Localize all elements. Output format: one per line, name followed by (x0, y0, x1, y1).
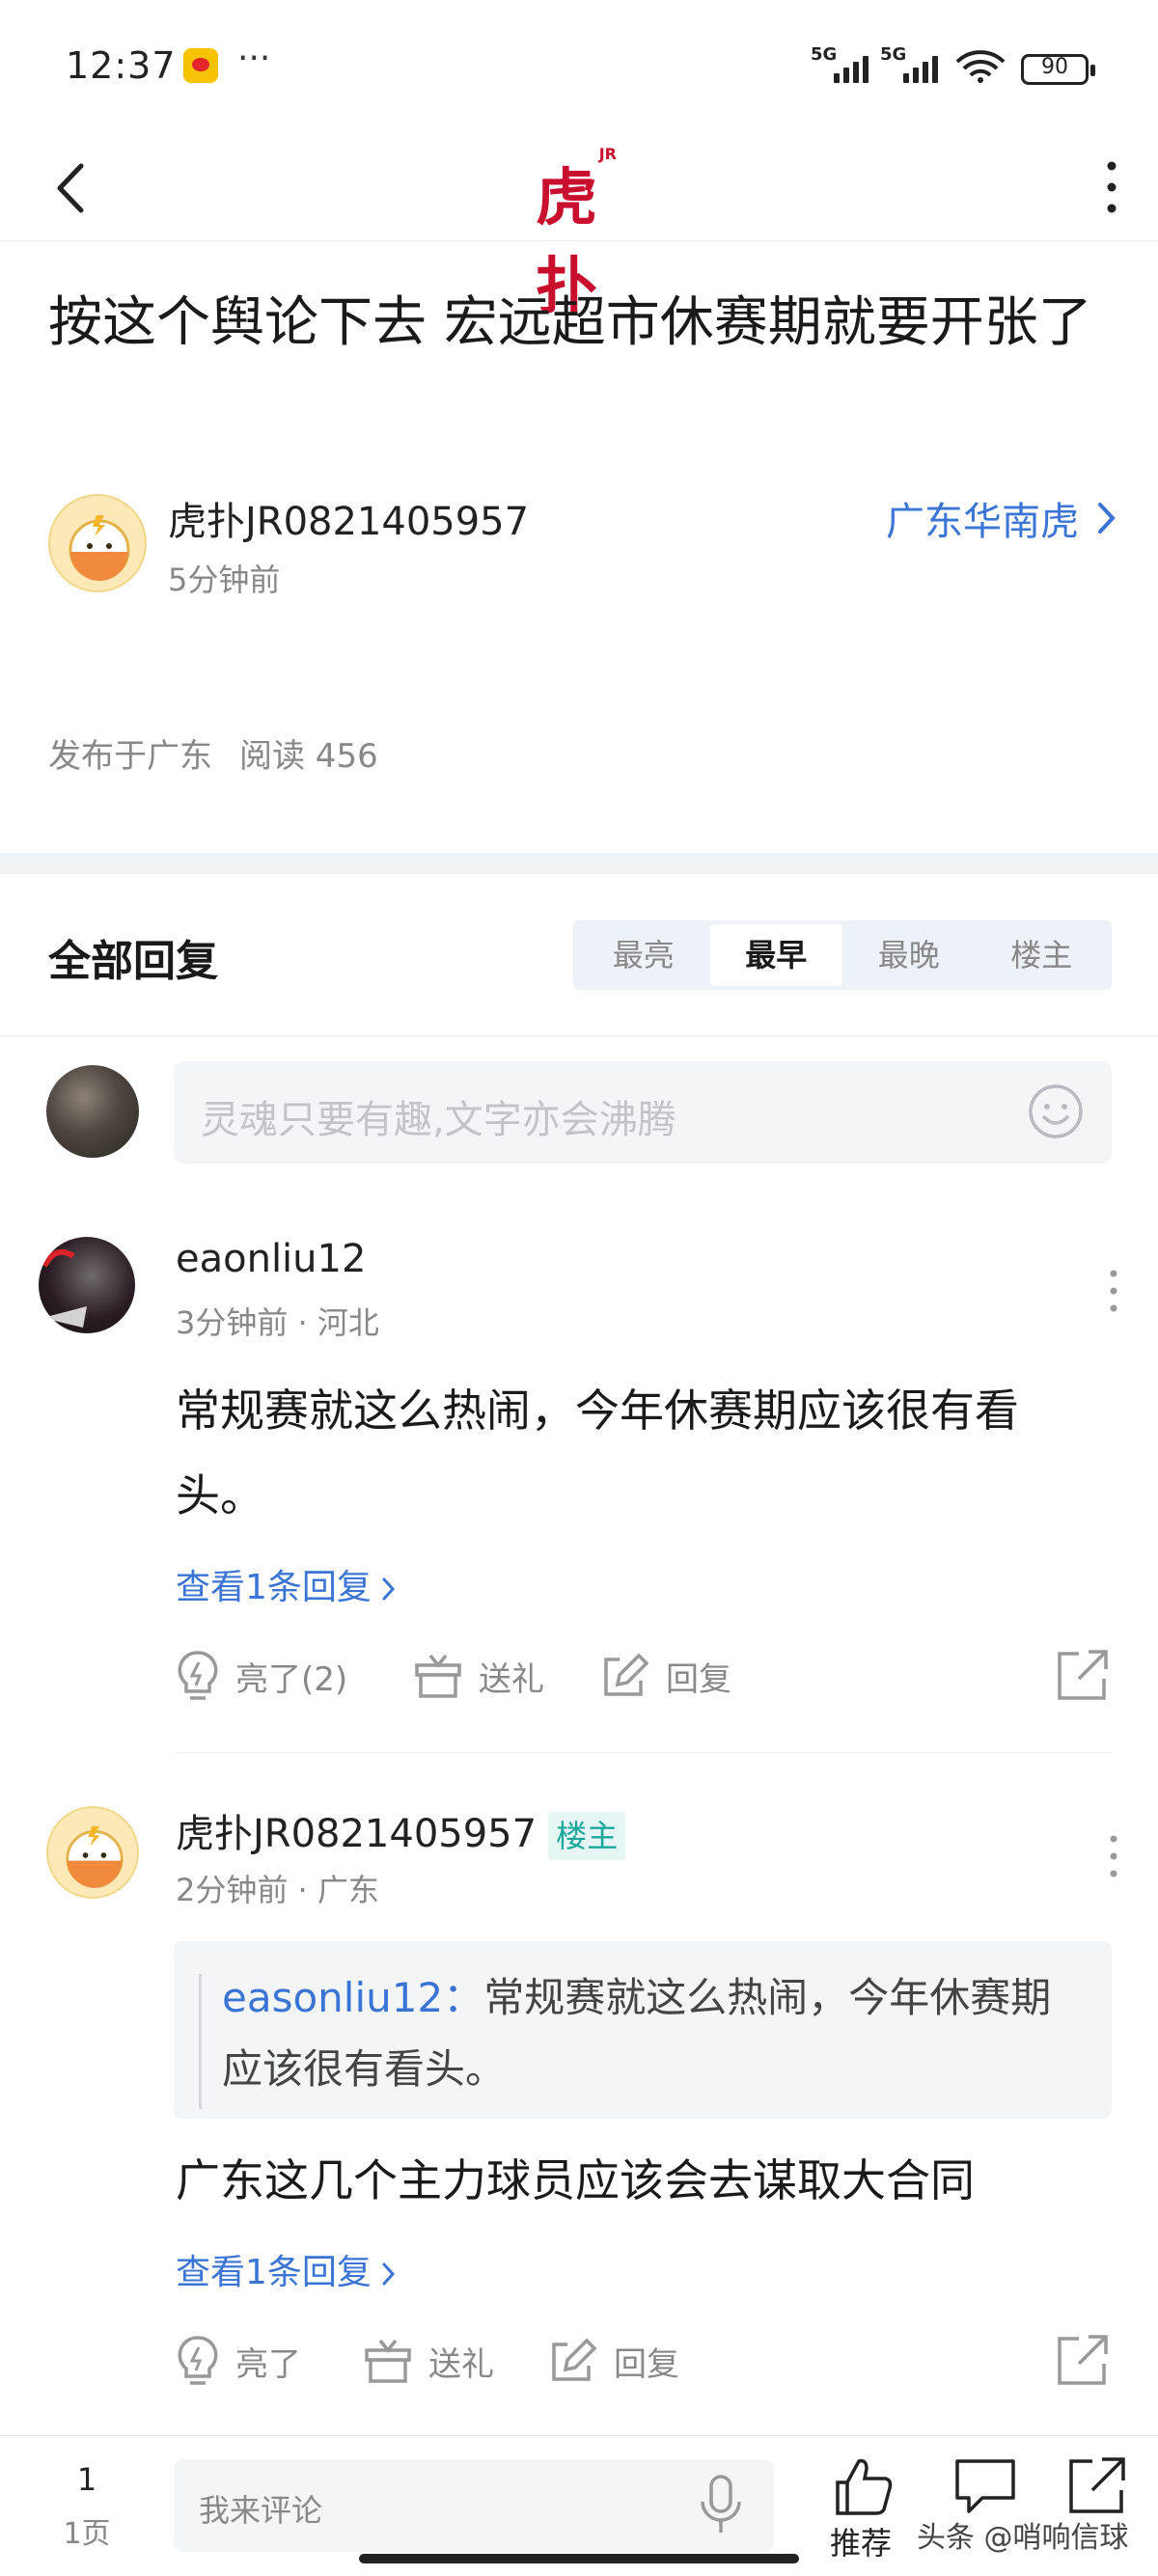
chevron-right-icon (382, 1577, 395, 1601)
comment-meta: 2分钟前 · 广东 (176, 1872, 379, 1908)
view-replies-label: 查看1条回复 (176, 2253, 372, 2292)
author-name[interactable]: 虎扑JR0821405957 (168, 490, 529, 546)
bottom-comment-input[interactable]: 我来评论 (174, 2459, 774, 2552)
comment-meta: 3分钟前 · 河北 (176, 1304, 379, 1341)
like-button[interactable]: 亮了 (176, 2327, 301, 2395)
recommend-label[interactable]: 推荐 (830, 2519, 892, 2563)
reply-label: 回复 (666, 1659, 731, 1699)
back-icon[interactable] (42, 154, 100, 222)
tab-owner[interactable]: 楼主 (976, 924, 1109, 986)
gift-icon (365, 2339, 411, 2383)
comment-actions: 亮了(2) 送礼 回复 (176, 1642, 1112, 1710)
post-time: 5分钟前 (168, 562, 281, 598)
edit-reply-icon (604, 1653, 649, 1696)
gift-label: 送礼 (428, 2344, 494, 2384)
like-button[interactable]: 亮了(2) (176, 1642, 347, 1710)
share-icon[interactable] (1065, 2455, 1129, 2517)
comment-placeholder: 灵魂只要有趣,文字亦会沸腾 (201, 1098, 676, 1142)
lightbulb-icon (178, 2336, 218, 2385)
page-total[interactable]: 1页 (58, 2509, 116, 2552)
bottom-comment-placeholder: 我来评论 (199, 2492, 323, 2529)
wifi-icon (955, 50, 1006, 83)
quote-user: easonliu12： (222, 1974, 484, 2021)
like-label: 亮了 (235, 2344, 301, 2384)
lightbulb-icon (178, 1651, 218, 1700)
weibo-notification-icon (183, 48, 218, 83)
comment-more-icon[interactable] (1104, 1262, 1123, 1320)
gift-button[interactable]: 送礼 (413, 1642, 544, 1710)
microphone-icon[interactable] (697, 2473, 745, 2536)
gift-label: 送礼 (479, 1659, 544, 1699)
gift-button[interactable]: 送礼 (363, 2327, 494, 2395)
home-indicator[interactable] (359, 2554, 799, 2563)
comment-bubble-icon[interactable] (953, 2455, 1017, 2517)
bottom-bar: 1 1页 我来评论 推荐 头条 @哨响信球 (0, 2435, 1158, 2576)
signal-5g-icon-2: 5G (880, 44, 948, 83)
post-reads: 阅读 456 (239, 737, 378, 776)
status-time: 12:37 (66, 44, 177, 87)
edit-reply-icon (552, 2338, 597, 2381)
status-bar: 12:37 ··· 5G 5G 90 (0, 0, 1158, 135)
author-avatar[interactable] (48, 494, 147, 592)
share-icon[interactable] (1054, 1646, 1112, 1704)
comment-input[interactable]: 灵魂只要有趣,文字亦会沸腾 (174, 1061, 1112, 1164)
owner-badge: 楼主 (548, 1812, 626, 1860)
comment-more-icon[interactable] (1104, 1827, 1123, 1885)
quote-text: easonliu12：常规赛就这么热闹，今年休赛期应该很有看头。 (222, 1962, 1081, 2105)
divider (0, 1035, 1158, 1036)
battery-level: 90 (1041, 55, 1068, 79)
thumbs-up-icon[interactable] (832, 2455, 896, 2517)
comment-text: 广东这几个主力球员应该会去谋取大合同 (176, 2154, 975, 2206)
gift-icon (415, 1654, 461, 1698)
share-icon[interactable] (1054, 2331, 1112, 2389)
replies-title: 全部回复 (48, 937, 218, 986)
comment-user[interactable]: 虎扑JR0821405957 (176, 1812, 537, 1856)
comment-divider (176, 1752, 1112, 1753)
page-current[interactable]: 1 (58, 2461, 116, 2498)
tab-latest[interactable]: 最晚 (842, 924, 976, 986)
watermark: 头条 @哨响信球 (917, 2521, 1129, 2555)
board-link[interactable]: 广东华南虎 (886, 490, 1079, 546)
reply-button[interactable]: 回复 (548, 2327, 679, 2395)
my-avatar[interactable] (46, 1065, 139, 1158)
default-avatar-icon (66, 1825, 124, 1888)
default-avatar-icon (69, 515, 130, 581)
signal-5g-icon: 5G (811, 44, 878, 83)
comment-user[interactable]: eaonliu12 (176, 1237, 366, 1281)
hupu-logo: 虎扑 JR (534, 141, 630, 323)
view-replies-label: 查看1条回复 (176, 1568, 372, 1607)
like-label: 亮了(2) (235, 1659, 348, 1699)
comment-user-row: 虎扑JR0821405957 楼主 (176, 1802, 626, 1860)
more-options-icon[interactable] (1094, 149, 1129, 226)
quoted-comment[interactable]: easonliu12：常规赛就这么热闹，今年休赛期应该很有看头。 (174, 1941, 1112, 2119)
post-location: 发布于广东 (48, 737, 212, 776)
logo-sub: JR (598, 145, 617, 163)
comment-text: 常规赛就这么热闹，今年休赛期应该很有看头。 (176, 1384, 1019, 1521)
reply-label: 回复 (614, 2344, 679, 2384)
user-avatar[interactable] (46, 1806, 139, 1899)
user-avatar[interactable] (39, 1237, 135, 1333)
top-nav: 虎扑 JR (0, 135, 1158, 323)
signal-tag-2: 5G (880, 44, 907, 65)
comment-actions: 亮了 送礼 回复 (176, 2327, 1112, 2395)
post-meta: 发布于广东 阅读 456 (48, 729, 378, 777)
signal-tag: 5G (811, 44, 838, 65)
quote-bar (199, 1974, 202, 2109)
chevron-right-icon[interactable] (1096, 500, 1117, 536)
post-title: 按这个舆论下去 宏远超市休赛期就要开张了 (48, 291, 1092, 354)
sort-tabs: 最亮 最早 最晚 楼主 (573, 920, 1112, 990)
view-replies-link[interactable]: 查看1条回复 (176, 1559, 397, 1609)
reply-button[interactable]: 回复 (600, 1642, 731, 1710)
section-divider (0, 853, 1158, 874)
chevron-right-icon (382, 2262, 395, 2286)
emoji-icon[interactable] (1027, 1082, 1085, 1140)
battery-icon: 90 (1021, 54, 1095, 85)
view-replies-link[interactable]: 查看1条回复 (176, 2244, 397, 2294)
more-notifications-icon: ··· (237, 39, 271, 78)
tab-earliest[interactable]: 最早 (709, 924, 842, 986)
avatar-decoration (41, 1248, 87, 1328)
tab-brightest[interactable]: 最亮 (577, 924, 710, 986)
